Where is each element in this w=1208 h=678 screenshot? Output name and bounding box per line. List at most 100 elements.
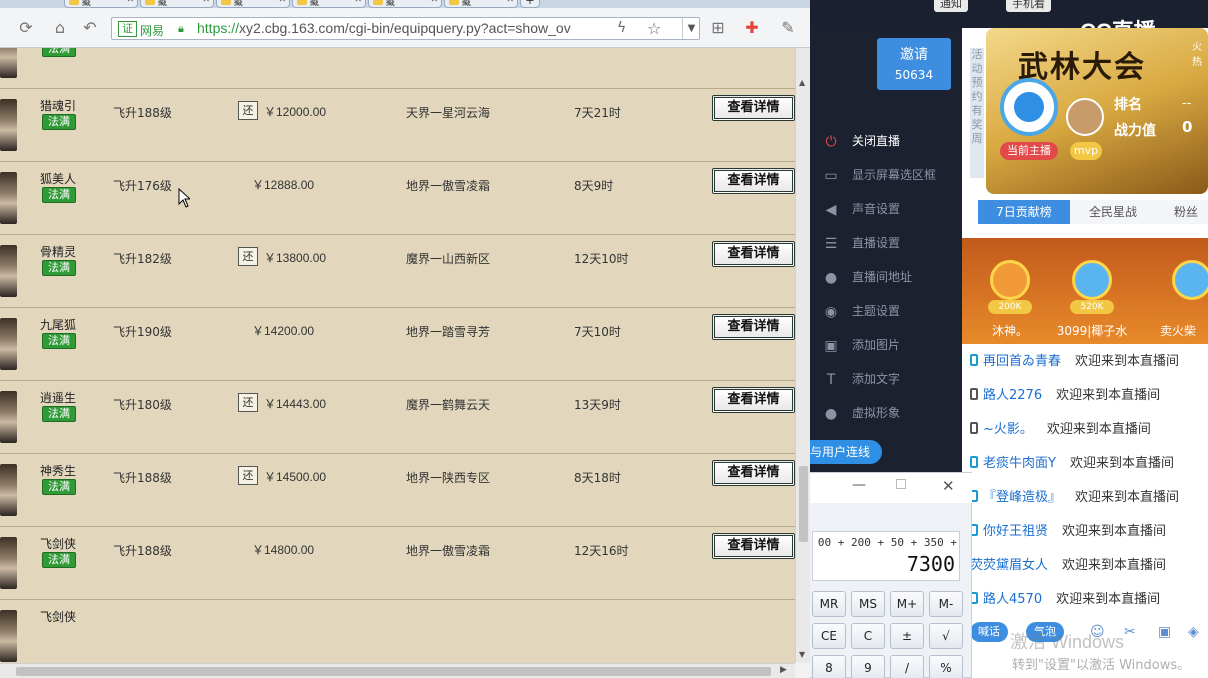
address-bar[interactable]: 证 网易 🔒︎ https://xy2.cbg.163.com/cgi-bin/… bbox=[111, 17, 700, 40]
cert-badge[interactable]: 证 bbox=[118, 21, 137, 37]
scroll-up-icon[interactable]: ▲ bbox=[799, 78, 805, 87]
menu-item[interactable]: ◉ 主题设置 bbox=[822, 302, 900, 322]
calc-key[interactable]: C bbox=[851, 623, 885, 649]
chat-username[interactable]: 路人2276 bbox=[983, 388, 1042, 403]
menu-item[interactable]: ▣ 添加图片 bbox=[822, 336, 900, 356]
invite-button[interactable]: 邀请 50634 bbox=[877, 38, 951, 90]
menu-item[interactable]: ● 直播间地址 bbox=[822, 268, 912, 288]
shout-button[interactable]: 喊话 bbox=[970, 622, 1008, 642]
character-avatar[interactable] bbox=[0, 537, 17, 589]
character-name[interactable]: 飞剑侠 bbox=[40, 535, 76, 552]
character-name[interactable]: 飞剑侠 bbox=[40, 608, 76, 625]
chat-username[interactable]: 路人4570 bbox=[983, 592, 1042, 607]
calc-key[interactable]: 9 bbox=[851, 655, 885, 678]
close-icon[interactable]: ✕ bbox=[430, 0, 438, 5]
menu-item[interactable]: T 添加文字 bbox=[822, 370, 900, 390]
user-link-button[interactable]: 与用户连线 bbox=[810, 440, 882, 464]
character-name[interactable]: 狐美人 bbox=[40, 170, 76, 187]
tab-5[interactable]: 藏 ✕ bbox=[444, 0, 518, 8]
hscroll-thumb[interactable] bbox=[16, 667, 771, 676]
calc-key[interactable]: ± bbox=[890, 623, 924, 649]
close-icon[interactable]: ✕ bbox=[506, 0, 514, 5]
view-details-button[interactable]: 查看详情 bbox=[712, 387, 795, 413]
url-text[interactable]: https://xy2.cbg.163.com/cgi-bin/equipque… bbox=[197, 20, 571, 36]
calc-key[interactable]: M+ bbox=[890, 591, 924, 617]
scissors-icon[interactable]: ✂ bbox=[1124, 624, 1136, 640]
podium-entry[interactable]: 卖火柴 bbox=[1152, 246, 1208, 344]
chat-username[interactable]: ~火影。 bbox=[983, 422, 1033, 437]
scroll-down-icon[interactable]: ▼ bbox=[799, 650, 805, 659]
chat-username[interactable]: 你好王祖贤 bbox=[983, 524, 1048, 539]
character-name[interactable]: 九尾狐 bbox=[40, 316, 76, 333]
close-icon[interactable]: ✕ bbox=[942, 477, 955, 495]
gift-icon[interactable]: ◈ bbox=[1188, 624, 1199, 640]
view-details-button[interactable]: 查看详情 bbox=[712, 460, 795, 486]
calc-key[interactable]: CE bbox=[812, 623, 846, 649]
calc-key[interactable]: / bbox=[890, 655, 924, 678]
close-icon[interactable]: ✕ bbox=[354, 0, 362, 5]
character-name[interactable]: 猎魂引 bbox=[40, 97, 76, 114]
podium-entry[interactable]: 520K 3099|椰子水 bbox=[1052, 246, 1132, 344]
character-avatar[interactable] bbox=[0, 172, 17, 224]
notice-button[interactable]: 通知 bbox=[934, 0, 968, 12]
image-icon[interactable]: ▣ bbox=[1158, 624, 1171, 640]
calc-key[interactable]: % bbox=[929, 655, 963, 678]
close-icon[interactable]: ✕ bbox=[278, 0, 286, 5]
character-avatar[interactable] bbox=[0, 245, 17, 297]
character-avatar[interactable] bbox=[0, 610, 17, 662]
character-name[interactable]: 骨精灵 bbox=[40, 243, 76, 260]
character-avatar[interactable] bbox=[0, 48, 17, 78]
chat-username[interactable]: 荧荧黛眉女人 bbox=[970, 558, 1048, 573]
view-details-button[interactable]: 查看详情 bbox=[712, 241, 795, 267]
close-icon[interactable]: ✕ bbox=[126, 0, 134, 5]
tab-4[interactable]: 藏 ✕ bbox=[368, 0, 442, 8]
wrench-icon[interactable]: ✎ bbox=[778, 18, 798, 38]
tab-0[interactable]: 藏 ✕ bbox=[64, 0, 138, 8]
character-avatar[interactable] bbox=[0, 99, 17, 151]
chat-username[interactable]: 『登峰造极』 bbox=[983, 490, 1061, 505]
scroll-thumb[interactable] bbox=[799, 466, 808, 542]
event-banner[interactable]: 武林大会 火热 当前主播 mvp 排名 -- 战力值 0 bbox=[986, 28, 1208, 194]
tab-1[interactable]: 藏 ✕ bbox=[140, 0, 214, 8]
menu-item[interactable]: ● 虚拟形象 bbox=[822, 404, 900, 424]
calc-key[interactable]: 8 bbox=[812, 655, 846, 678]
star-icon[interactable]: ☆ bbox=[647, 19, 661, 38]
menu-item[interactable]: ◀ 声音设置 bbox=[822, 200, 900, 220]
game-icon[interactable]: ✚ bbox=[742, 18, 762, 38]
new-tab-button[interactable]: + bbox=[520, 0, 540, 8]
menu-item[interactable]: ▭ 显示屏幕选区框 bbox=[822, 166, 936, 186]
view-details-button[interactable]: 查看详情 bbox=[712, 95, 795, 121]
tab-star-battle[interactable]: 全民星战 bbox=[1070, 200, 1156, 224]
tab-2[interactable]: 藏 ✕ bbox=[216, 0, 290, 8]
side-notice[interactable]: 活动预约有奖 周 bbox=[970, 48, 984, 178]
maximize-icon[interactable] bbox=[896, 479, 906, 489]
refresh-icon[interactable]: ⟳ bbox=[16, 18, 36, 38]
character-name[interactable]: 逍遥生 bbox=[40, 389, 76, 406]
view-details-button[interactable]: 查看详情 bbox=[712, 168, 795, 194]
grid-icon[interactable]: ⊞ bbox=[708, 18, 728, 38]
close-icon[interactable]: ✕ bbox=[202, 0, 210, 5]
calc-key[interactable]: MR bbox=[812, 591, 846, 617]
character-name[interactable]: 神秀生 bbox=[40, 462, 76, 479]
podium-entry[interactable]: 200K 沐神。 bbox=[970, 246, 1050, 344]
character-avatar[interactable] bbox=[0, 391, 17, 443]
calc-key[interactable]: M- bbox=[929, 591, 963, 617]
tab-7day-contribution[interactable]: 7日贡献榜 bbox=[978, 200, 1070, 224]
chat-username[interactable]: 老痰牛肉面Y bbox=[983, 456, 1056, 471]
vertical-scrollbar[interactable]: ▲ ▼ bbox=[795, 48, 810, 663]
phone-view-button[interactable]: 手机看 bbox=[1006, 0, 1051, 12]
menu-item[interactable]: ⏻ 关闭直播 bbox=[822, 132, 900, 152]
scroll-right-icon[interactable]: ▶ bbox=[780, 665, 787, 675]
chat-username[interactable]: 再回首ゐ青春 bbox=[983, 354, 1061, 369]
character-avatar[interactable] bbox=[0, 464, 17, 516]
home-icon[interactable]: ⌂ bbox=[50, 18, 70, 38]
calc-key[interactable]: MS bbox=[851, 591, 885, 617]
horizontal-scrollbar[interactable]: ▶ bbox=[0, 663, 795, 678]
view-details-button[interactable]: 查看详情 bbox=[712, 533, 795, 559]
tab-3[interactable]: 藏 ✕ bbox=[292, 0, 366, 8]
lightning-icon[interactable]: ϟ bbox=[617, 20, 626, 36]
tab-fans[interactable]: 粉丝 bbox=[1164, 200, 1208, 224]
menu-item[interactable]: ☰ 直播设置 bbox=[822, 234, 900, 254]
minimize-icon[interactable]: — bbox=[852, 477, 866, 493]
calc-key[interactable]: √ bbox=[929, 623, 963, 649]
